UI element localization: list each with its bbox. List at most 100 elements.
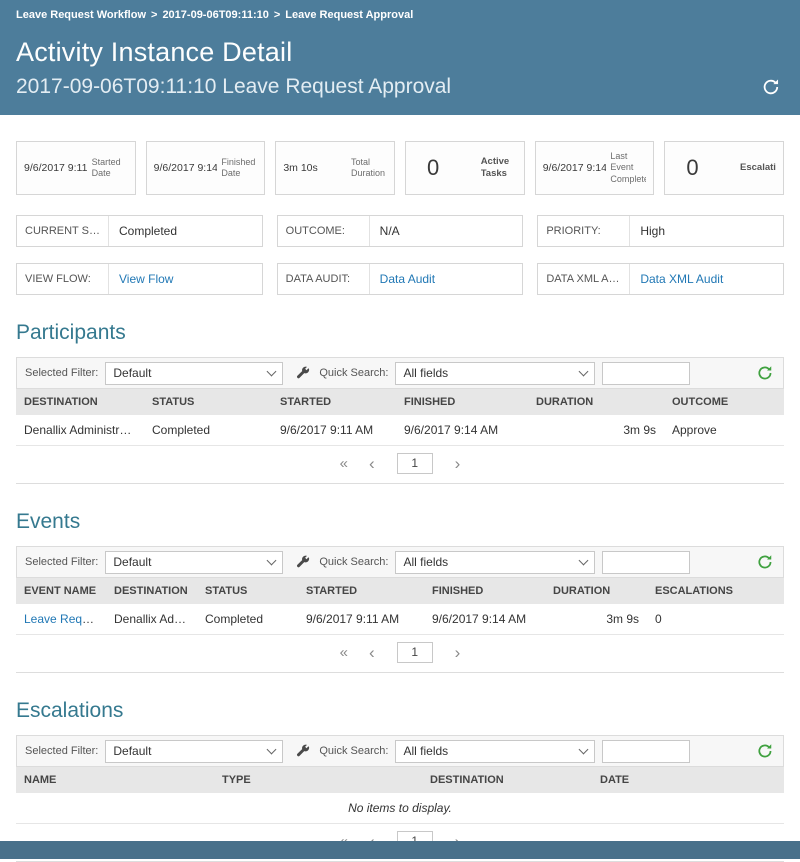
table-header-row: NAME TYPE DESTINATION DATE bbox=[16, 767, 784, 793]
participants-search-input[interactable] bbox=[602, 362, 690, 385]
column-header[interactable]: DESTINATION bbox=[16, 389, 144, 415]
breadcrumb-link-instance[interactable]: 2017-09-06T09:11:10 bbox=[162, 9, 268, 21]
event-name-link[interactable]: Leave Request Approval bbox=[24, 612, 106, 626]
escalations-quick-search-dropdown[interactable]: All fields bbox=[395, 740, 595, 763]
prev-page-button[interactable]: ‹ bbox=[369, 644, 375, 661]
selected-filter-value: Default bbox=[113, 555, 151, 569]
stat-value: 9/6/2017 9:11 AM bbox=[24, 162, 88, 174]
masthead: Leave Request Workflow >2017-09-06T09:11:… bbox=[0, 0, 800, 115]
view-flow-link[interactable]: View Flow bbox=[109, 264, 262, 294]
field-label: CURRENT STATUS: bbox=[17, 216, 109, 246]
next-page-button[interactable]: › bbox=[455, 455, 461, 472]
events-search-input[interactable] bbox=[602, 551, 690, 574]
escalations-selected-filter-dropdown[interactable]: Default bbox=[105, 740, 283, 763]
events-section: Events Selected Filter: Default Quick Se… bbox=[0, 510, 800, 673]
stat-label: Total Duration bbox=[351, 157, 387, 180]
field-priority: PRIORITY: High bbox=[537, 215, 784, 247]
page-subtitle: 2017-09-06T09:11:10 Leave Request Approv… bbox=[16, 75, 451, 99]
table-row[interactable]: Denallix Administrator Completed 9/6/201… bbox=[16, 415, 784, 446]
selected-filter-label: Selected Filter: bbox=[25, 367, 98, 379]
field-label: PRIORITY: bbox=[538, 216, 630, 246]
column-header[interactable]: FINISHED bbox=[424, 578, 545, 604]
page-title: Activity Instance Detail bbox=[16, 37, 784, 68]
column-header[interactable]: OUTCOME bbox=[664, 389, 784, 415]
column-header[interactable]: DURATION bbox=[545, 578, 647, 604]
column-header[interactable]: FINISHED bbox=[396, 389, 528, 415]
field-row-links: VIEW FLOW: View Flow DATA AUDIT: Data Au… bbox=[0, 263, 800, 295]
first-page-button[interactable]: « bbox=[340, 456, 347, 471]
column-header[interactable]: STATUS bbox=[144, 389, 272, 415]
breadcrumb-separator: > bbox=[151, 9, 157, 21]
stat-label: Escalations bbox=[740, 162, 776, 174]
empty-message: No items to display. bbox=[16, 793, 784, 824]
column-header[interactable]: ESCALATIONS bbox=[647, 578, 784, 604]
data-xml-audit-link[interactable]: Data XML Audit bbox=[630, 264, 783, 294]
wrench-icon[interactable] bbox=[296, 744, 310, 758]
breadcrumb-current: Leave Request Approval bbox=[285, 9, 413, 21]
field-label: OUTCOME: bbox=[278, 216, 370, 246]
quick-search-value: All fields bbox=[403, 555, 448, 569]
events-table: EVENT NAME DESTINATION STATUS STARTED FI… bbox=[16, 578, 784, 635]
refresh-icon[interactable] bbox=[757, 365, 775, 381]
field-outcome: OUTCOME: N/A bbox=[277, 215, 524, 247]
column-header[interactable]: TYPE bbox=[214, 767, 422, 793]
column-header[interactable]: DURATION bbox=[528, 389, 664, 415]
prev-page-button[interactable]: ‹ bbox=[369, 455, 375, 472]
refresh-icon[interactable] bbox=[762, 78, 784, 96]
field-value: Completed bbox=[109, 216, 262, 246]
column-header[interactable]: STARTED bbox=[298, 578, 424, 604]
cell-status: Completed bbox=[144, 415, 272, 446]
refresh-icon[interactable] bbox=[757, 554, 775, 570]
wrench-icon[interactable] bbox=[296, 555, 310, 569]
stat-value: 9/6/2017 9:14 AM bbox=[543, 162, 607, 174]
column-header[interactable]: DESTINATION bbox=[106, 578, 197, 604]
stat-total-duration: 3m 10s Total Duration bbox=[275, 141, 395, 195]
participants-toolbar: Selected Filter: Default Quick Search: A… bbox=[16, 357, 784, 389]
stat-active-tasks: 0 Active Tasks bbox=[405, 141, 525, 195]
column-header[interactable]: DATE bbox=[592, 767, 784, 793]
cell-started: 9/6/2017 9:11 AM bbox=[298, 604, 424, 635]
cell-outcome: Approve bbox=[664, 415, 784, 446]
field-view-flow: VIEW FLOW: View Flow bbox=[16, 263, 263, 295]
next-page-button[interactable]: › bbox=[455, 644, 461, 661]
stat-value: 3m 10s bbox=[283, 162, 317, 174]
participants-selected-filter-dropdown[interactable]: Default bbox=[105, 362, 283, 385]
events-title: Events bbox=[16, 510, 784, 534]
stat-value: 0 bbox=[413, 155, 439, 181]
column-header[interactable]: EVENT NAME bbox=[16, 578, 106, 604]
quick-search-value: All fields bbox=[403, 744, 448, 758]
stat-label: Active Tasks bbox=[481, 156, 517, 180]
field-label: DATA AUDIT: bbox=[278, 264, 370, 294]
wrench-icon[interactable] bbox=[296, 366, 310, 380]
selected-filter-label: Selected Filter: bbox=[25, 556, 98, 568]
table-row[interactable]: Leave Request Approval Denallix Administ… bbox=[16, 604, 784, 635]
breadcrumb-separator: > bbox=[274, 9, 280, 21]
stat-label: Started Date bbox=[92, 157, 128, 180]
column-header[interactable]: STARTED bbox=[272, 389, 396, 415]
cell-finished: 9/6/2017 9:14 AM bbox=[396, 415, 528, 446]
participants-quick-search-dropdown[interactable]: All fields bbox=[395, 362, 595, 385]
refresh-icon[interactable] bbox=[757, 743, 775, 759]
data-audit-link[interactable]: Data Audit bbox=[370, 264, 523, 294]
current-page-indicator: 1 bbox=[397, 453, 433, 474]
stat-label: Last Event Completed bbox=[610, 151, 646, 185]
cell-status: Completed bbox=[197, 604, 298, 635]
events-pagination: « ‹ 1 › bbox=[16, 635, 784, 673]
breadcrumb-link-workflow[interactable]: Leave Request Workflow bbox=[16, 9, 146, 21]
first-page-button[interactable]: « bbox=[340, 645, 347, 660]
events-selected-filter-dropdown[interactable]: Default bbox=[105, 551, 283, 574]
column-header[interactable]: STATUS bbox=[197, 578, 298, 604]
chevron-down-icon bbox=[579, 366, 589, 376]
cell-duration: 3m 9s bbox=[545, 604, 647, 635]
escalations-search-input[interactable] bbox=[602, 740, 690, 763]
column-header[interactable]: NAME bbox=[16, 767, 214, 793]
column-header[interactable]: DESTINATION bbox=[422, 767, 592, 793]
quick-search-label: Quick Search: bbox=[319, 367, 388, 379]
quick-search-value: All fields bbox=[403, 366, 448, 380]
escalations-table: NAME TYPE DESTINATION DATE No items to d… bbox=[16, 767, 784, 824]
cell-destination: Denallix Administrator bbox=[106, 604, 197, 635]
field-value: N/A bbox=[370, 216, 523, 246]
events-quick-search-dropdown[interactable]: All fields bbox=[395, 551, 595, 574]
table-header-row: DESTINATION STATUS STARTED FINISHED DURA… bbox=[16, 389, 784, 415]
stat-started-date: 9/6/2017 9:11 AM Started Date bbox=[16, 141, 136, 195]
